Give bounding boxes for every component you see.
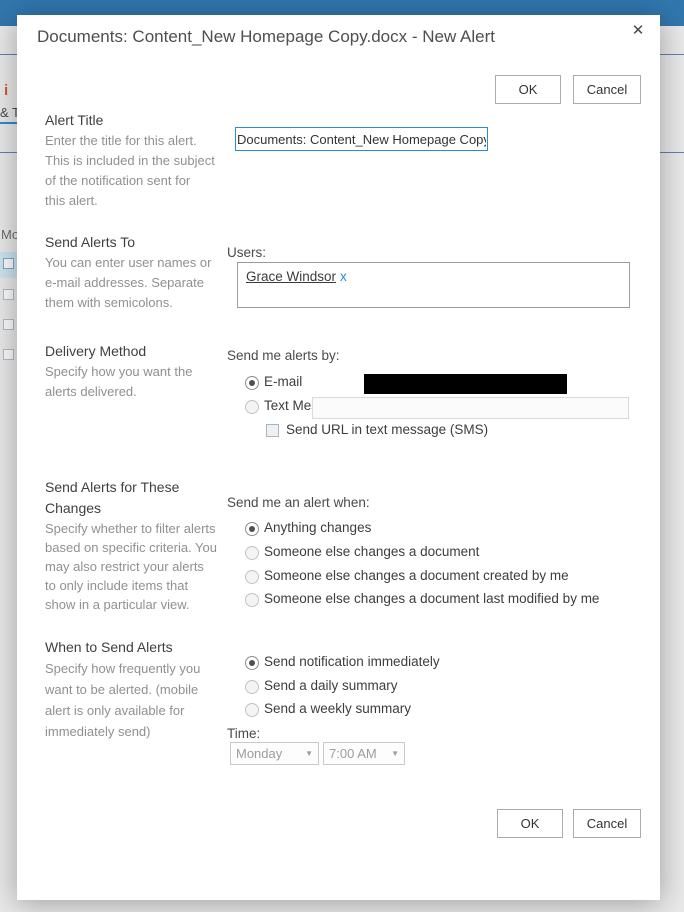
remove-user-icon[interactable]: x [340, 269, 347, 284]
change-option-radio-2[interactable] [245, 570, 259, 584]
background-row-checkbox [3, 289, 14, 300]
send-url-checkbox[interactable] [266, 424, 279, 437]
change-option-label-1: Someone else changes a document [264, 544, 479, 559]
users-label: Users: [227, 245, 266, 260]
user-chip: Grace Windsor x [246, 269, 347, 284]
email-radio-label: E-mail [264, 374, 302, 389]
change-option-label-3: Someone else changes a document last mod… [264, 591, 599, 606]
user-name-link[interactable]: Grace Windsor [246, 269, 336, 284]
time-label: Time: [227, 726, 260, 741]
time-select: 7:00 AM ▼ [323, 742, 405, 765]
delivery-method-heading: Delivery Method [45, 341, 146, 362]
close-icon[interactable]: ✕ [625, 17, 651, 43]
redacted-email-address [364, 374, 567, 394]
dialog-title: Documents: Content_New Homepage Copy.doc… [37, 27, 495, 47]
cancel-button-top[interactable]: Cancel [573, 75, 641, 104]
change-option-label-2: Someone else changes a document created … [264, 568, 569, 583]
frequency-label-immediate: Send notification immediately [264, 654, 440, 669]
frequency-label-weekly: Send a weekly summary [264, 701, 411, 716]
sms-radio[interactable] [245, 400, 259, 414]
sms-number-input[interactable] [312, 397, 629, 419]
users-picker-box[interactable]: Grace Windsor x [237, 262, 630, 308]
ok-button-bottom[interactable]: OK [497, 809, 563, 838]
change-option-radio-1[interactable] [245, 546, 259, 560]
ok-button-top[interactable]: OK [495, 75, 561, 104]
background-tab-underline [0, 122, 17, 124]
day-select: Monday ▼ [230, 742, 319, 765]
time-select-value: 7:00 AM [329, 746, 377, 761]
frequency-radio-daily[interactable] [245, 680, 259, 694]
send-alerts-by-label: Send me alerts by: [227, 348, 340, 363]
changes-heading: Send Alerts for These Changes [45, 477, 179, 519]
send-to-heading: Send Alerts To [45, 232, 135, 253]
alert-title-description: Enter the title for this alert. This is … [45, 131, 225, 211]
page: i & T Mo Documents: Content_New Homepage… [0, 0, 684, 912]
change-option-radio-0[interactable] [245, 522, 259, 536]
change-option-label-0: Anything changes [264, 520, 371, 535]
alert-title-input[interactable] [235, 127, 488, 151]
delivery-method-description: Specify how you want the alerts delivere… [45, 362, 225, 402]
cancel-button-bottom[interactable]: Cancel [573, 809, 641, 838]
frequency-radio-immediate[interactable] [245, 656, 259, 670]
background-logo-fragment: i [4, 82, 8, 99]
chevron-down-icon: ▼ [391, 749, 399, 758]
changes-description: Specify whether to filter alerts based o… [45, 519, 225, 614]
new-alert-dialog: Documents: Content_New Homepage Copy.doc… [17, 15, 660, 900]
frequency-radio-weekly[interactable] [245, 703, 259, 717]
day-select-value: Monday [236, 746, 282, 761]
background-row-checkbox [3, 349, 14, 360]
background-row-checkbox [3, 258, 14, 269]
frequency-label-daily: Send a daily summary [264, 678, 398, 693]
chevron-down-icon: ▼ [305, 749, 313, 758]
alert-when-label: Send me an alert when: [227, 495, 370, 510]
background-row-checkbox [3, 319, 14, 330]
send-to-description: You can enter user names or e-mail addre… [45, 253, 225, 313]
change-option-radio-3[interactable] [245, 593, 259, 607]
send-url-checkbox-label: Send URL in text message (SMS) [286, 422, 488, 437]
email-radio[interactable] [245, 376, 259, 390]
when-description: Specify how frequently you want to be al… [45, 658, 225, 742]
alert-title-heading: Alert Title [45, 110, 103, 131]
when-heading: When to Send Alerts [45, 637, 173, 658]
